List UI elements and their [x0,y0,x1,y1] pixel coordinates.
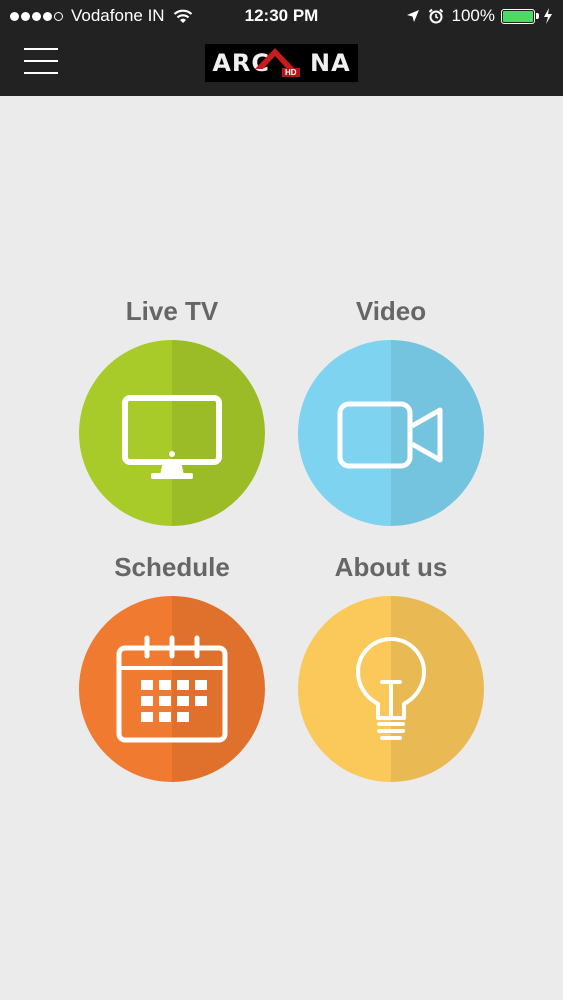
live-tv-button[interactable] [79,340,265,526]
logo-roof-icon [255,48,295,69]
location-arrow-icon [406,10,419,22]
hamburger-menu-icon[interactable] [24,48,58,74]
tile-label: Schedule [114,552,230,582]
video-camera-icon [337,401,443,469]
app-header: Vodafone IN 12:30 PM 100% ARC NA HD [0,0,563,96]
app-logo: ARC NA HD [205,44,358,82]
logo-text-right: NA [310,49,351,77]
tile-schedule[interactable]: Schedule [79,550,265,782]
about-us-button[interactable] [298,596,484,782]
lightbulb-icon [356,637,426,740]
alarm-clock-icon [428,8,443,24]
tile-label: About us [334,552,448,582]
schedule-button[interactable] [79,596,265,782]
tile-live-tv[interactable]: Live TV [79,294,265,526]
battery-icon [501,8,539,24]
logo-hd-badge: HD [282,68,300,77]
tile-label: Video [355,296,427,326]
monitor-icon [122,395,222,479]
tile-about-us[interactable]: About us [298,550,484,782]
battery-percent: 100% [451,6,495,25]
tile-video[interactable]: Video [298,294,484,526]
status-right: 100% [406,6,553,26]
status-bar: Vodafone IN 12:30 PM 100% [0,0,563,32]
tile-label: Live TV [125,296,219,326]
calendar-icon [116,635,228,743]
charging-bolt-icon [544,8,552,24]
video-button[interactable] [298,340,484,526]
